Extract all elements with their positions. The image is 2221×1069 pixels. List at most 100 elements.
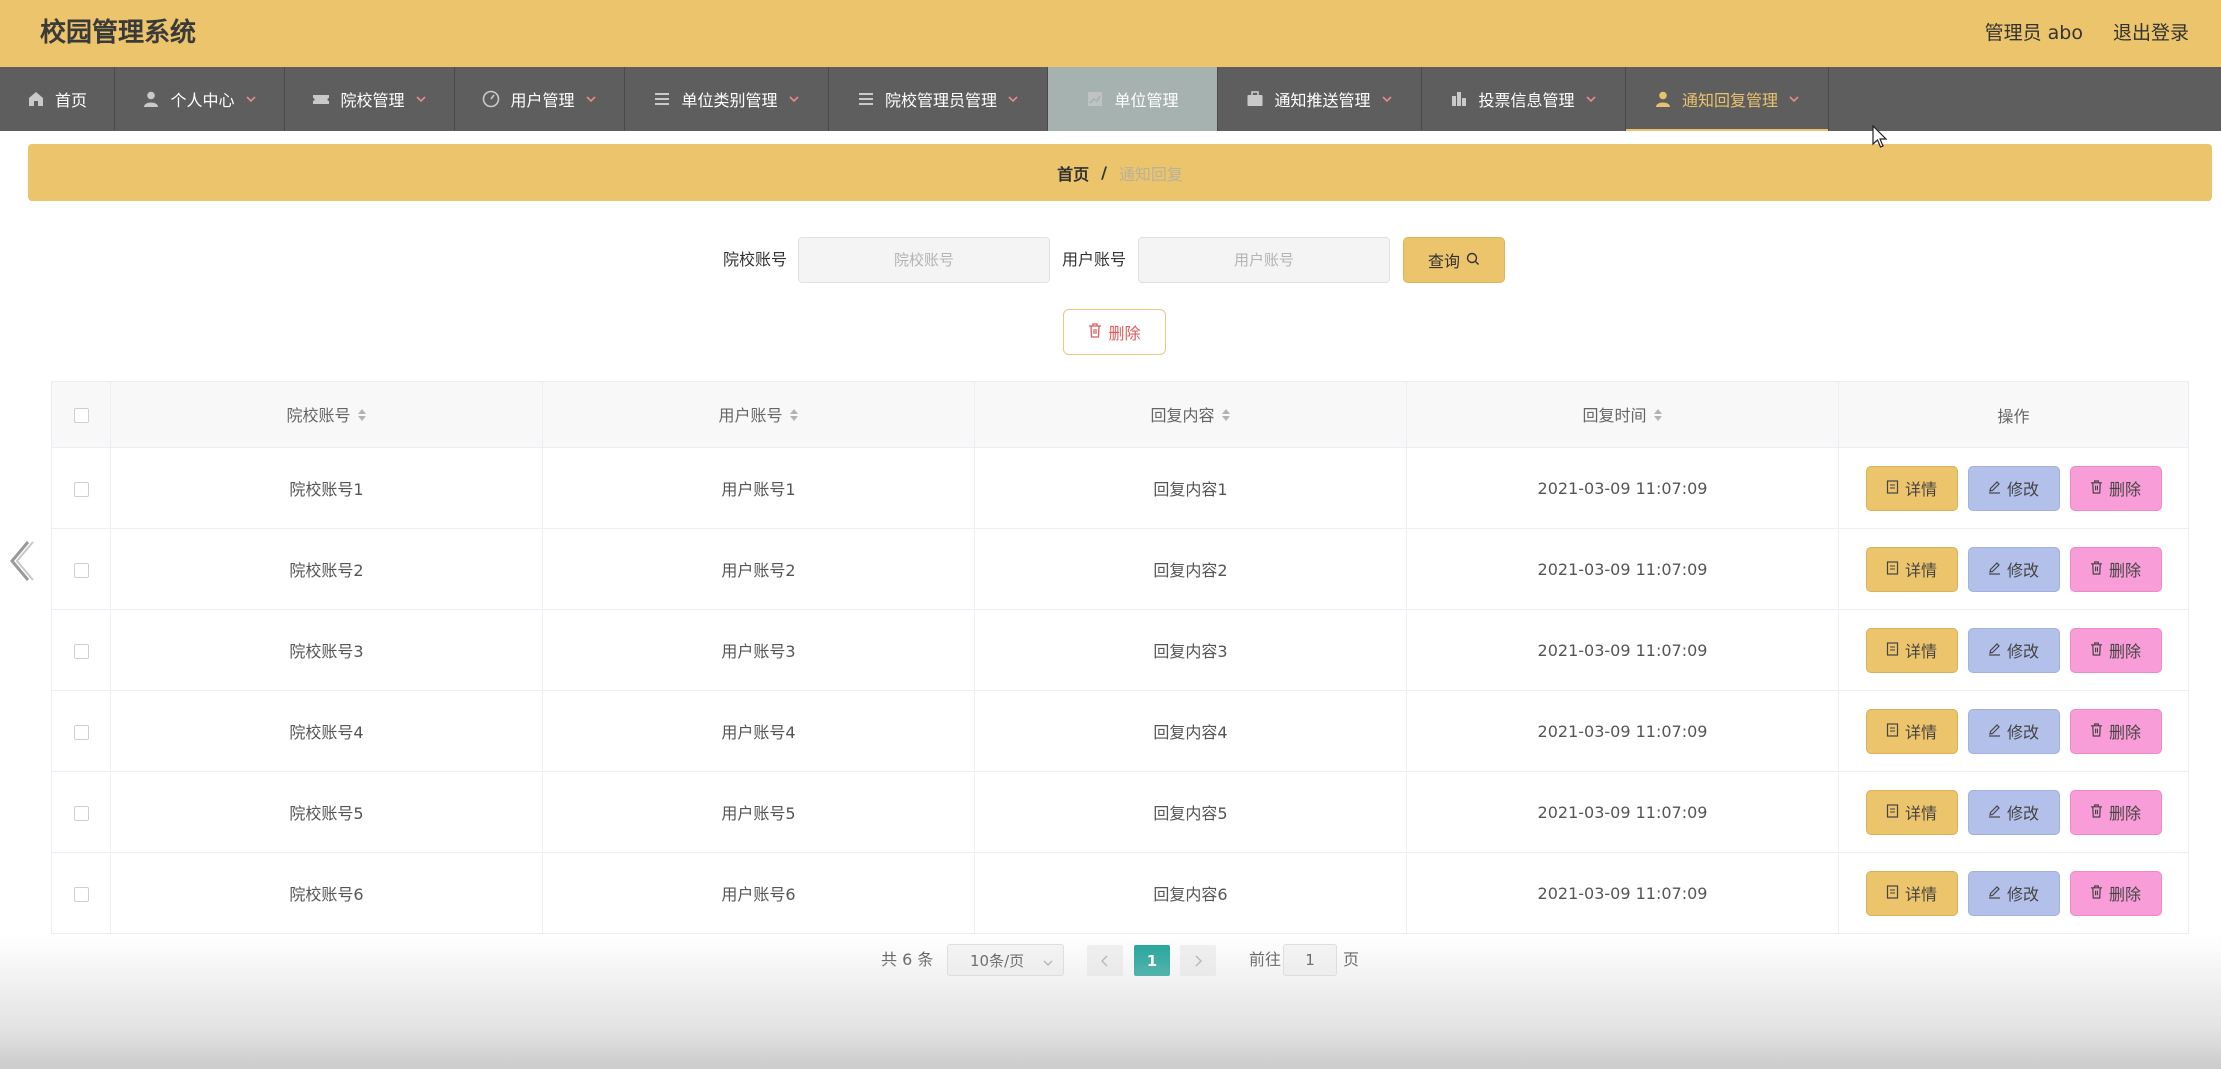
edit-label: 修改 (2006, 804, 2039, 823)
nav-item-personal-center[interactable]: 个人中心 (115, 67, 285, 131)
delete-button[interactable]: 删除 (2069, 789, 2162, 835)
select-all-checkbox[interactable] (73, 408, 89, 423)
nav-item-home[interactable]: 首页 (0, 67, 115, 131)
logout-link[interactable]: 退出登录 (2113, 19, 2189, 47)
cell-school-account: 院校账号3 (110, 609, 543, 691)
cell-reply-time: 2021-03-09 11:07:09 (1406, 771, 1839, 853)
edit-label: 修改 (2006, 885, 2039, 904)
user-account-input[interactable] (1138, 237, 1390, 283)
sort-icon[interactable] (1653, 407, 1663, 427)
column-header-label: 院校账号 (286, 406, 351, 426)
column-header[interactable]: 回复内容 (974, 381, 1407, 448)
edit-icon (1988, 803, 2001, 822)
detail-button[interactable]: 详情 (1865, 627, 1958, 673)
edit-button[interactable]: 修改 (1967, 627, 2060, 673)
row-select-cell (51, 609, 111, 691)
column-header[interactable]: 院校账号 (110, 381, 543, 448)
chevron-down-icon (1043, 954, 1053, 972)
detail-button[interactable]: 详情 (1865, 789, 1958, 835)
detail-button[interactable]: 详情 (1865, 546, 1958, 592)
row-select-cell (51, 690, 111, 772)
nav-item-unit-category-management[interactable]: 单位类别管理 (625, 67, 829, 131)
table-row: 院校账号3 用户账号3 回复内容3 2021-03-09 11:07:09 详情 修改 删除 (51, 609, 2189, 691)
page-number-button[interactable]: 1 (1134, 945, 1170, 976)
nav-item-vote-info-management[interactable]: 投票信息管理 (1422, 67, 1626, 131)
delete-button[interactable]: 删除 (2069, 546, 2162, 592)
school-account-input[interactable] (798, 237, 1050, 283)
breadcrumb-separator: / (1101, 163, 1107, 182)
cell-reply-time: 2021-03-09 11:07:09 (1406, 609, 1839, 691)
column-header-label: 回复内容 (1150, 406, 1215, 426)
table-row: 院校账号1 用户账号1 回复内容1 2021-03-09 11:07:09 详情 修改 删除 (51, 447, 2189, 529)
sort-icon[interactable] (789, 407, 799, 427)
nav-label: 通知回复管理 (1681, 91, 1778, 110)
next-page-button[interactable] (1180, 945, 1216, 976)
nav-label: 首页 (54, 91, 87, 110)
page-size-select[interactable]: 10条/页 (947, 944, 1064, 976)
edit-button[interactable]: 修改 (1967, 708, 2060, 754)
row-checkbox[interactable] (73, 481, 89, 497)
nav-item-notification-reply-management[interactable]: 通知回复管理 (1626, 67, 1829, 131)
delete-button[interactable]: 删除 (2069, 708, 2162, 754)
breadcrumb-home[interactable]: 首页 (1057, 161, 1089, 185)
collapse-arrow-icon[interactable] (6, 536, 36, 586)
batch-delete-button[interactable]: 删除 (1063, 309, 1166, 355)
table-row: 院校账号5 用户账号5 回复内容5 2021-03-09 11:07:09 详情 修改 删除 (51, 771, 2189, 853)
edit-icon (1988, 560, 2001, 579)
edit-button[interactable]: 修改 (1967, 465, 2060, 511)
sort-icon[interactable] (357, 407, 367, 427)
search-icon (1466, 251, 1480, 270)
detail-button[interactable]: 详情 (1865, 870, 1958, 916)
prev-page-button[interactable] (1087, 945, 1123, 976)
edit-button[interactable]: 修改 (1967, 546, 2060, 592)
edit-icon (1988, 722, 2001, 741)
row-checkbox[interactable] (73, 562, 89, 578)
nav-label: 通知推送管理 (1274, 91, 1371, 110)
delete-button[interactable]: 删除 (2069, 870, 2162, 916)
detail-button[interactable]: 详情 (1865, 465, 1958, 511)
detail-button[interactable]: 详情 (1865, 708, 1958, 754)
row-checkbox[interactable] (73, 886, 89, 902)
nav-item-unit-management[interactable]: 单位管理 (1048, 67, 1218, 131)
sort-icon[interactable] (1221, 407, 1231, 427)
goto-page-input[interactable] (1283, 944, 1337, 976)
nav-item-notification-push-management[interactable]: 通知推送管理 (1218, 67, 1422, 131)
nav-label: 个人中心 (170, 91, 235, 110)
row-checkbox[interactable] (73, 643, 89, 659)
page-size-value: 10条/页 (970, 951, 1025, 970)
row-checkbox[interactable] (73, 724, 89, 740)
column-header-label: 回复时间 (1582, 406, 1647, 426)
nav-item-school-admin-management[interactable]: 院校管理员管理 (829, 67, 1048, 131)
cell-reply-content: 回复内容6 (974, 852, 1407, 934)
cell-reply-time: 2021-03-09 11:07:09 (1406, 528, 1839, 610)
delete-button[interactable]: 删除 (2069, 465, 2162, 511)
cell-reply-time: 2021-03-09 11:07:09 (1406, 852, 1839, 934)
cell-reply-content: 回复内容3 (974, 609, 1407, 691)
row-checkbox[interactable] (73, 805, 89, 821)
nav-item-user-management[interactable]: 用户管理 (455, 67, 625, 131)
nav-label: 单位管理 (1114, 91, 1179, 110)
edit-button[interactable]: 修改 (1967, 870, 2060, 916)
chevron-down-icon (1007, 93, 1019, 105)
query-button[interactable]: 查询 (1403, 237, 1505, 283)
column-header[interactable]: 用户账号 (542, 381, 975, 448)
delete-label: 删除 (2108, 804, 2141, 823)
column-header[interactable]: 回复时间 (1406, 381, 1839, 448)
chevron-down-icon (1381, 93, 1393, 105)
chevron-down-icon (585, 93, 597, 105)
document-icon (1886, 722, 1899, 741)
edit-button[interactable]: 修改 (1967, 789, 2060, 835)
cell-user-account: 用户账号1 (542, 447, 975, 529)
nav-item-school-management[interactable]: 院校管理 (285, 67, 455, 131)
chevron-down-icon (1585, 93, 1597, 105)
mouse-cursor-icon (1872, 124, 1888, 149)
cell-school-account: 院校账号1 (110, 447, 543, 529)
cell-reply-content: 回复内容5 (974, 771, 1407, 853)
cell-reply-content: 回复内容4 (974, 690, 1407, 772)
delete-button[interactable]: 删除 (2069, 627, 2162, 673)
row-select-cell (51, 447, 111, 529)
column-header-label: 用户账号 (718, 406, 783, 426)
trash-icon (2090, 722, 2103, 741)
goto-label: 前往 (1249, 950, 1282, 969)
detail-label: 详情 (1904, 885, 1937, 904)
